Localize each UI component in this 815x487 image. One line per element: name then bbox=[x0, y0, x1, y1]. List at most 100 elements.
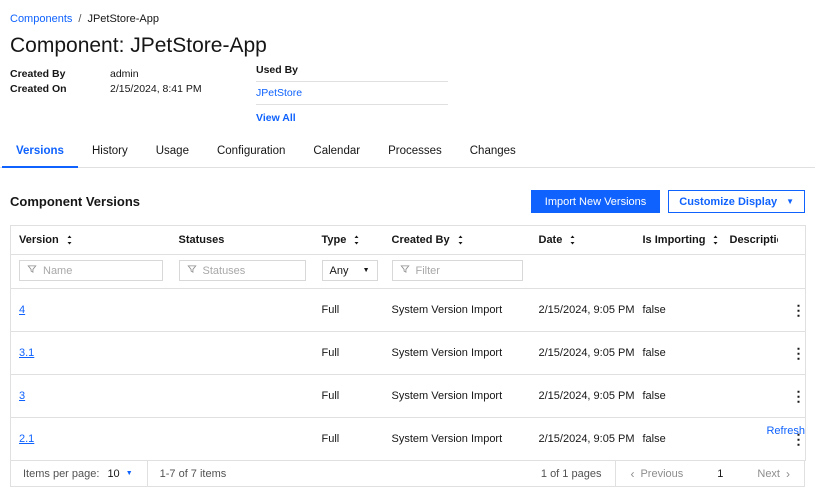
view-all-link[interactable]: View All bbox=[256, 112, 296, 124]
items-per-page-select[interactable]: 10 ▼ bbox=[107, 468, 146, 480]
statuses-cell bbox=[171, 332, 314, 375]
type-cell: Full bbox=[314, 332, 384, 375]
date-cell: 2/15/2024, 9:05 PM bbox=[531, 418, 635, 461]
statuses-cell bbox=[171, 418, 314, 461]
created-by-cell: System Version Import bbox=[384, 375, 531, 418]
chevron-down-icon: ▼ bbox=[363, 267, 370, 274]
type-filter-value: Any bbox=[330, 265, 349, 277]
tab-versions[interactable]: Versions bbox=[2, 136, 78, 168]
used-by-application-link[interactable]: JPetStore bbox=[256, 87, 302, 99]
breadcrumb-current: JPetStore-App bbox=[87, 13, 159, 25]
date-cell: 2/15/2024, 9:05 PM bbox=[531, 375, 635, 418]
used-by-panel: Used By JPetStore View All bbox=[256, 64, 448, 124]
column-label-description: Description bbox=[730, 234, 778, 246]
column-label-statuses: Statuses bbox=[179, 234, 225, 246]
column-label-type: Type bbox=[322, 234, 347, 246]
column-label-date: Date bbox=[539, 234, 563, 246]
column-header-type[interactable]: Type bbox=[314, 226, 384, 255]
description-cell bbox=[722, 289, 778, 332]
next-label: Next bbox=[757, 468, 780, 480]
column-label-is-importing: Is Importing bbox=[643, 234, 706, 246]
current-page-number[interactable]: 1 bbox=[697, 468, 743, 480]
breadcrumb-separator: / bbox=[78, 13, 81, 25]
column-header-version[interactable]: Version bbox=[11, 226, 171, 255]
created-by-filter-input[interactable] bbox=[416, 265, 515, 277]
statuses-filter-input[interactable] bbox=[203, 265, 298, 277]
statuses-cell bbox=[171, 289, 314, 332]
version-row: 4 Full System Version Import 2/15/2024, … bbox=[11, 289, 806, 332]
row-actions-kebab-icon[interactable]: ⋮ bbox=[786, 344, 806, 362]
version-filter-input[interactable] bbox=[43, 265, 155, 277]
is-importing-cell: false bbox=[635, 418, 722, 461]
funnel-icon bbox=[400, 264, 410, 277]
type-cell: Full bbox=[314, 418, 384, 461]
table-pagination: Items per page: 10 ▼ 1-7 of 7 items 1 of… bbox=[10, 460, 805, 487]
chevron-right-icon: › bbox=[786, 467, 790, 481]
page-title: Component: JPetStore-App bbox=[10, 34, 815, 58]
row-actions-kebab-icon[interactable]: ⋮ bbox=[786, 301, 806, 319]
import-new-versions-button[interactable]: Import New Versions bbox=[531, 190, 660, 213]
version-link[interactable]: 2.1 bbox=[19, 433, 34, 445]
created-on-value: 2/15/2024, 8:41 PM bbox=[110, 83, 202, 95]
version-row: 3 Full System Version Import 2/15/2024, … bbox=[11, 375, 806, 418]
column-header-is-importing[interactable]: Is Importing bbox=[635, 226, 722, 255]
used-by-label: Used By bbox=[256, 64, 448, 82]
version-link[interactable]: 3.1 bbox=[19, 347, 34, 359]
sort-arrows-icon bbox=[456, 235, 465, 245]
breadcrumb-components-link[interactable]: Components bbox=[10, 13, 72, 25]
tab-changes[interactable]: Changes bbox=[456, 136, 530, 167]
type-filter-select[interactable]: Any ▼ bbox=[322, 260, 378, 281]
is-importing-cell: false bbox=[635, 332, 722, 375]
column-header-actions bbox=[778, 226, 806, 255]
component-tabs: Versions History Usage Configuration Cal… bbox=[0, 136, 815, 168]
column-header-date[interactable]: Date bbox=[531, 226, 635, 255]
column-label-created-by: Created By bbox=[392, 234, 450, 246]
funnel-icon bbox=[187, 264, 197, 277]
chevron-left-icon: ‹ bbox=[630, 467, 634, 481]
component-page: Components / JPetStore-App Component: JP… bbox=[0, 0, 815, 487]
chevron-down-icon: ▼ bbox=[786, 197, 794, 206]
sort-arrows-icon bbox=[352, 235, 361, 245]
type-cell: Full bbox=[314, 375, 384, 418]
sort-arrows-icon bbox=[568, 235, 577, 245]
tab-configuration[interactable]: Configuration bbox=[203, 136, 299, 167]
refresh-link[interactable]: Refresh bbox=[766, 425, 805, 437]
version-row: 2.1 Full System Version Import 2/15/2024… bbox=[11, 418, 806, 461]
items-range-text: 1-7 of 7 items bbox=[148, 468, 227, 480]
customize-display-button[interactable]: Customize Display ▼ bbox=[668, 190, 805, 213]
tab-history[interactable]: History bbox=[78, 136, 142, 167]
tab-usage[interactable]: Usage bbox=[142, 136, 203, 167]
is-importing-cell: false bbox=[635, 289, 722, 332]
version-link[interactable]: 4 bbox=[19, 304, 25, 316]
previous-page-button[interactable]: ‹ Previous bbox=[616, 461, 697, 486]
created-by-label: Created By bbox=[10, 68, 110, 80]
date-cell: 2/15/2024, 9:05 PM bbox=[531, 289, 635, 332]
created-by-cell: System Version Import bbox=[384, 289, 531, 332]
date-cell: 2/15/2024, 9:05 PM bbox=[531, 332, 635, 375]
column-header-statuses: Statuses bbox=[171, 226, 314, 255]
version-filter bbox=[19, 260, 163, 281]
version-link[interactable]: 3 bbox=[19, 390, 25, 402]
column-header-description: Description bbox=[722, 226, 778, 255]
sort-arrows-icon bbox=[65, 235, 74, 245]
section-actions: Import New Versions Customize Display ▼ bbox=[531, 190, 805, 213]
statuses-filter bbox=[179, 260, 306, 281]
table-header-row: Version Statuses Type bbox=[11, 226, 806, 255]
created-by-cell: System Version Import bbox=[384, 418, 531, 461]
column-header-created-by[interactable]: Created By bbox=[384, 226, 531, 255]
customize-display-label: Customize Display bbox=[679, 196, 777, 208]
created-by-value: admin bbox=[110, 68, 139, 80]
statuses-cell bbox=[171, 375, 314, 418]
versions-section-header: Component Versions Import New Versions C… bbox=[0, 168, 815, 225]
breadcrumb: Components / JPetStore-App bbox=[0, 0, 815, 25]
next-page-button[interactable]: Next › bbox=[743, 461, 804, 486]
description-cell bbox=[722, 332, 778, 375]
pagination-right: 1 of 1 pages ‹ Previous 1 Next › bbox=[541, 461, 804, 486]
description-cell bbox=[722, 375, 778, 418]
is-importing-cell: false bbox=[635, 375, 722, 418]
row-actions-kebab-icon[interactable]: ⋮ bbox=[786, 387, 806, 405]
funnel-icon bbox=[27, 264, 37, 277]
tab-calendar[interactable]: Calendar bbox=[299, 136, 374, 167]
section-title: Component Versions bbox=[10, 194, 140, 209]
tab-processes[interactable]: Processes bbox=[374, 136, 456, 167]
